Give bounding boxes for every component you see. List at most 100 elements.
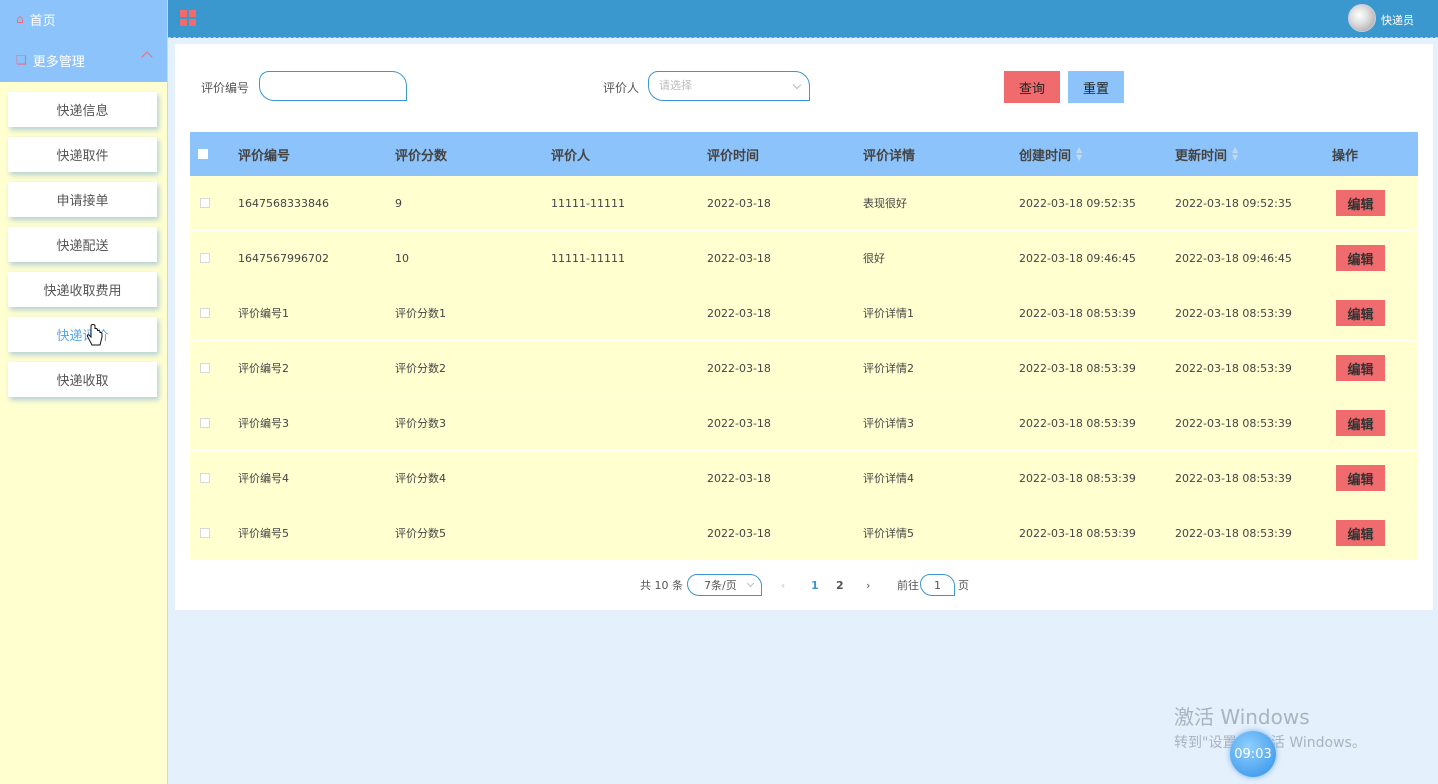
reset-button[interactable]: 重置 bbox=[1068, 71, 1124, 103]
sidebar: ⌂ 首页 ❏ 更多管理 快递信息 快递取件 申请接单 快递配送 快递收取费用 快… bbox=[0, 0, 168, 784]
edit-button[interactable]: 编辑 bbox=[1336, 355, 1385, 381]
rater-select[interactable]: 请选择 bbox=[648, 71, 810, 101]
cell-date: 2022-03-18 bbox=[707, 361, 771, 375]
sidebar-item-express-collect[interactable]: 快递收取 bbox=[8, 362, 157, 397]
chevron-up-icon bbox=[141, 51, 153, 63]
header-rater: 评价人 bbox=[551, 148, 591, 164]
edit-button[interactable]: 编辑 bbox=[1336, 520, 1385, 546]
header-review-detail: 评价详情 bbox=[863, 148, 916, 164]
sidebar-item-label: 快递收取 bbox=[56, 374, 109, 389]
sidebar-item-express-fee[interactable]: 快递收取费用 bbox=[8, 272, 157, 307]
rater-label: 评价人 bbox=[603, 81, 640, 95]
cell-detail: 评价详情5 bbox=[863, 527, 914, 540]
header-updated-label: 更新时间 bbox=[1175, 148, 1228, 164]
page-number[interactable]: 1 bbox=[811, 574, 819, 596]
sidebar-item-express-pickup[interactable]: 快递取件 bbox=[8, 137, 157, 172]
cell-created: 2022-03-18 08:53:39 bbox=[1019, 526, 1136, 540]
hand-cursor-icon bbox=[86, 324, 103, 346]
sidebar-item-apply-order[interactable]: 申请接单 bbox=[8, 182, 157, 217]
cell-code: 评价编号1 bbox=[238, 307, 289, 320]
cell-score: 评价分数2 bbox=[395, 362, 446, 375]
cell-updated: 2022-03-18 08:53:39 bbox=[1175, 306, 1292, 320]
prev-page-icon[interactable]: ‹ bbox=[781, 574, 785, 596]
cell-created: 2022-03-18 08:53:39 bbox=[1019, 471, 1136, 485]
home-icon: ⌂ bbox=[16, 12, 24, 26]
table-header: 评价编号 评价分数 评价人 评价时间 评价详情 创建时间 ▲ ▼ 更新时间 ▲ ▼ … bbox=[190, 132, 1418, 176]
row-checkbox[interactable] bbox=[200, 198, 210, 208]
cell-detail: 评价详情4 bbox=[863, 472, 914, 485]
cell-detail: 评价详情1 bbox=[863, 307, 914, 320]
watermark-line1: 激活 Windows bbox=[1174, 705, 1310, 729]
header-review-score: 评价分数 bbox=[395, 148, 448, 164]
goto-page-value: 1 bbox=[934, 578, 941, 592]
review-table: 评价编号 评价分数 评价人 评价时间 评价详情 创建时间 ▲ ▼ 更新时间 ▲ ▼ … bbox=[190, 132, 1418, 561]
sidebar-home-label: 首页 bbox=[29, 13, 56, 29]
total-count: 共 10 条 bbox=[640, 579, 683, 592]
cell-rater: 11111-11111 bbox=[551, 251, 625, 265]
sidebar-group-more[interactable]: ❏ 更多管理 bbox=[0, 38, 167, 82]
cell-detail: 很好 bbox=[863, 252, 885, 265]
row-checkbox[interactable] bbox=[200, 253, 210, 263]
header-updated-time[interactable]: 更新时间 ▲ ▼ bbox=[1175, 132, 1238, 176]
pagination: 共 10 条 7条/页 ‹ 1 2 › 前往 1 页 bbox=[175, 574, 1433, 596]
header-review-code: 评价编号 bbox=[238, 148, 291, 164]
page-size-value: 7条/页 bbox=[704, 579, 737, 592]
menu-grid-icon[interactable] bbox=[180, 10, 196, 26]
page-size-select[interactable]: 7条/页 bbox=[687, 574, 762, 596]
cell-created: 2022-03-18 08:53:39 bbox=[1019, 306, 1136, 320]
cell-created: 2022-03-18 09:52:35 bbox=[1019, 196, 1136, 210]
cell-date: 2022-03-18 bbox=[707, 526, 771, 540]
cell-created: 2022-03-18 08:53:39 bbox=[1019, 416, 1136, 430]
sidebar-item-label: 快递信息 bbox=[56, 104, 109, 119]
select-all-checkbox[interactable] bbox=[198, 149, 208, 159]
edit-button[interactable]: 编辑 bbox=[1336, 245, 1385, 271]
row-checkbox[interactable] bbox=[200, 418, 210, 428]
review-code-label: 评价编号 bbox=[201, 81, 250, 95]
query-button[interactable]: 查询 bbox=[1004, 71, 1060, 103]
cell-score: 评价分数3 bbox=[395, 417, 446, 430]
cell-updated: 2022-03-18 09:46:45 bbox=[1175, 251, 1292, 265]
cell-score: 10 bbox=[395, 251, 409, 265]
sidebar-item-express-info[interactable]: 快递信息 bbox=[8, 92, 157, 127]
copy-icon: ❏ bbox=[16, 53, 27, 67]
edit-button[interactable]: 编辑 bbox=[1336, 190, 1385, 216]
cell-score: 评价分数1 bbox=[395, 307, 446, 320]
edit-button[interactable]: 编辑 bbox=[1336, 465, 1385, 491]
avatar[interactable] bbox=[1348, 4, 1376, 32]
floating-clock[interactable]: 09:03 bbox=[1230, 731, 1276, 777]
edit-button[interactable]: 编辑 bbox=[1336, 300, 1385, 326]
user-name[interactable]: 快递员 bbox=[1381, 12, 1414, 28]
row-checkbox[interactable] bbox=[200, 308, 210, 318]
sidebar-item-label: 快递取件 bbox=[56, 149, 109, 164]
cell-updated: 2022-03-18 08:53:39 bbox=[1175, 416, 1292, 430]
rater-select-placeholder: 请选择 bbox=[659, 79, 692, 92]
sidebar-group-label: 更多管理 bbox=[32, 54, 85, 70]
cell-date: 2022-03-18 bbox=[707, 416, 771, 430]
cell-date: 2022-03-18 bbox=[707, 306, 771, 320]
table-row: 评价编号2 评价分数2 2022-03-18 评价详情2 2022-03-18 … bbox=[190, 341, 1418, 396]
header-actions: 操作 bbox=[1332, 148, 1359, 164]
row-checkbox[interactable] bbox=[200, 473, 210, 483]
row-checkbox[interactable] bbox=[200, 528, 210, 538]
table-row: 1647567996702 10 11111-11111 2022-03-18 … bbox=[190, 231, 1418, 286]
cell-created: 2022-03-18 09:46:45 bbox=[1019, 251, 1136, 265]
edit-button[interactable]: 编辑 bbox=[1336, 410, 1385, 436]
cell-date: 2022-03-18 bbox=[707, 196, 771, 210]
chevron-down-icon bbox=[792, 80, 802, 90]
cell-date: 2022-03-18 bbox=[707, 251, 771, 265]
header-created-time[interactable]: 创建时间 ▲ ▼ bbox=[1019, 132, 1082, 176]
review-code-input[interactable] bbox=[259, 71, 407, 101]
sort-icon[interactable]: ▲ ▼ bbox=[1232, 146, 1238, 162]
cell-detail: 表现很好 bbox=[863, 197, 907, 210]
page-number[interactable]: 2 bbox=[836, 574, 844, 596]
sidebar-item-express-review[interactable]: 快递评价 bbox=[8, 317, 157, 352]
row-checkbox[interactable] bbox=[200, 363, 210, 373]
cell-detail: 评价详情2 bbox=[863, 362, 914, 375]
sort-icon[interactable]: ▲ ▼ bbox=[1076, 146, 1082, 162]
next-page-icon[interactable]: › bbox=[866, 574, 870, 596]
sidebar-item-express-delivery[interactable]: 快递配送 bbox=[8, 227, 157, 262]
goto-page-input[interactable]: 1 bbox=[920, 574, 955, 596]
cell-detail: 评价详情3 bbox=[863, 417, 914, 430]
cell-code: 评价编号4 bbox=[238, 472, 289, 485]
sidebar-home[interactable]: ⌂ 首页 bbox=[0, 0, 167, 38]
